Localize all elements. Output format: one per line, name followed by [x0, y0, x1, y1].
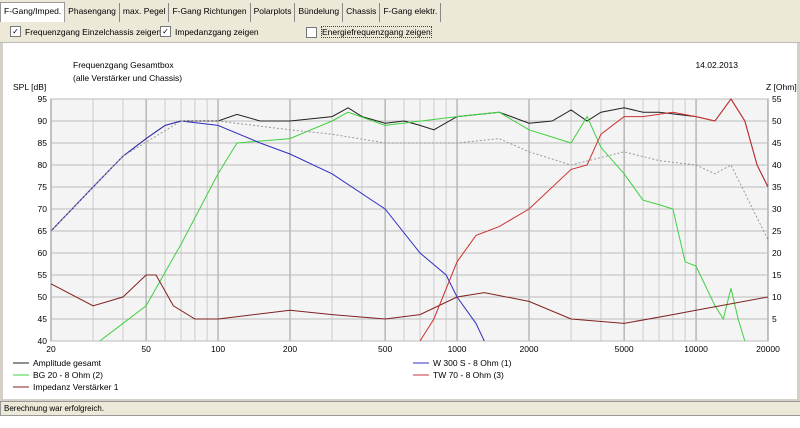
y-tick-label: 70	[38, 204, 48, 214]
status-bar: Berechnung war erfolgreich.	[0, 401, 800, 416]
y2-tick-label: 5	[772, 314, 777, 324]
legend-label: Amplitude gesamt	[33, 358, 102, 368]
x-tick-label: 2000	[520, 344, 539, 354]
checkbox-label: Energiefrequenzgang zeigen	[321, 26, 432, 38]
y-tick-label: 85	[38, 138, 48, 148]
x-tick-label: 1000	[448, 344, 467, 354]
tab-7[interactable]: F-Gang elektr.	[380, 3, 442, 22]
x-tick-label: 20	[46, 344, 56, 354]
x-tick-label: 500	[378, 344, 392, 354]
y-tick-label: 90	[38, 116, 48, 126]
y-tick-label: 95	[38, 94, 48, 104]
x-tick-label: 5000	[615, 344, 634, 354]
y-tick-label: 50	[38, 292, 48, 302]
option-checkbox-0[interactable]: ✓ Frequenzgang Einzelchassis zeigen	[10, 26, 161, 37]
legend-label: BG 20 - 8 Ohm (2)	[33, 370, 103, 380]
y-tick-label: 60	[38, 248, 48, 258]
legend-label: W 300 S - 8 Ohm (1)	[433, 358, 512, 368]
y-tick-label: 75	[38, 182, 48, 192]
y2-tick-label: 30	[772, 204, 782, 214]
tab-2[interactable]: max. Pegel	[120, 3, 170, 22]
x-tick-label: 10000	[684, 344, 708, 354]
options-bar: ✓ Frequenzgang Einzelchassis zeigen ✓ Imped…	[0, 22, 800, 43]
tab-6[interactable]: Chassis	[343, 3, 381, 22]
y2-tick-label: 10	[772, 292, 782, 302]
background-area	[0, 416, 800, 428]
checkbox[interactable]	[306, 26, 317, 38]
option-checkbox-2[interactable]: Energiefrequenzgang zeigen	[306, 26, 432, 38]
y2-tick-label: 25	[772, 226, 782, 236]
y2-tick-label: 15	[772, 270, 782, 280]
chart-area: 40 45 50 55 60 65 70 75 80 85 90 95 5 10 15 20 25 30 35 40 4…	[3, 43, 797, 399]
frequency-response-chart: 4045505560657075808590955101520253035404…	[13, 60, 797, 392]
chart-title: Frequenzgang Gesamtbox	[73, 60, 174, 70]
y-tick-label: 55	[38, 270, 48, 280]
x-tick-label: 50	[141, 344, 151, 354]
y2-tick-label: 20	[772, 248, 782, 258]
tab-5[interactable]: Bündelung	[295, 3, 344, 22]
tab-bar: F-Gang/Imped. Phasengang max. Pegel F-Gang …	[0, 0, 800, 23]
y-tick-label: 65	[38, 226, 48, 236]
checkbox[interactable]: ✓	[160, 26, 171, 37]
y-axis-label: SPL [dB]	[13, 82, 46, 92]
option-checkbox-1[interactable]: ✓ Impedanzgang zeigen	[160, 26, 259, 37]
chart-subtitle: (alle Verstärker und Chassis)	[73, 73, 182, 83]
y2-axis-label: Z [Ohm]	[766, 82, 797, 92]
y2-tick-label: 50	[772, 116, 782, 126]
y2-tick-label: 45	[772, 138, 782, 148]
y2-tick-label: 55	[772, 94, 782, 104]
y2-tick-label: 40	[772, 160, 782, 170]
legend-label: Impedanz Verstärker 1	[33, 382, 119, 392]
chart-date: 14.02.2013	[695, 60, 738, 70]
y-tick-label: 80	[38, 160, 48, 170]
x-tick-label: 200	[283, 344, 297, 354]
plot-area	[50, 98, 769, 342]
tab-1[interactable]: Phasengang	[65, 3, 120, 22]
x-tick-label: 100	[211, 344, 225, 354]
checkbox-label: Frequenzgang Einzelchassis zeigen	[25, 26, 162, 37]
legend-label: TW 70 - 8 Ohm (3)	[433, 370, 504, 380]
y-tick-label: 45	[38, 314, 48, 324]
tab-0[interactable]: F-Gang/Imped.	[0, 2, 66, 22]
y2-tick-label: 35	[772, 182, 782, 192]
x-tick-label: 20000	[756, 344, 780, 354]
checkbox[interactable]: ✓	[10, 26, 21, 37]
tab-4[interactable]: Polarplots	[251, 3, 296, 22]
tab-3[interactable]: F-Gang Richtungen	[169, 3, 251, 22]
checkbox-label: Impedanzgang zeigen	[175, 26, 259, 37]
